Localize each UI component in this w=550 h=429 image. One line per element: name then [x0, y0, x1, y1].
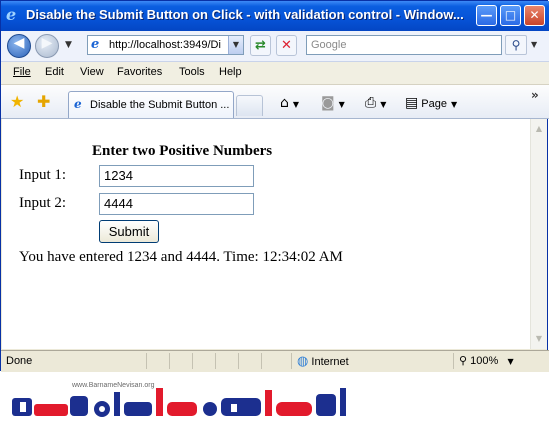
status-divider: [453, 353, 454, 369]
status-divider: [215, 353, 216, 369]
tab-favicon-icon: e: [74, 97, 82, 111]
menu-help-label: Help: [219, 66, 242, 78]
recent-pages-dropdown-icon[interactable]: ▼: [65, 40, 72, 50]
window-title: Disable the Submit Button on Click - wit…: [26, 7, 464, 22]
favorites-star-icon[interactable]: ★: [10, 92, 24, 111]
menu-view[interactable]: View: [80, 66, 104, 78]
input2-label: Input 2:: [19, 195, 67, 211]
status-divider: [146, 353, 147, 369]
arrow-left-icon: ◀: [13, 35, 25, 51]
zoom-control[interactable]: ⚲ 100% ▼: [459, 354, 514, 367]
security-zone[interactable]: ◍ Internet: [297, 354, 349, 369]
feeds-button[interactable]: ◙ ▼: [321, 95, 345, 111]
stop-icon: ✕: [281, 38, 292, 53]
form-heading: Enter two Positive Numbers: [92, 143, 273, 159]
zoom-level: 100%: [470, 355, 499, 367]
browser-window: e Disable the Submit Button on Click - w…: [0, 0, 549, 372]
scroll-up-icon[interactable]: ▲: [532, 121, 546, 137]
toolbar-overflow-button[interactable]: »: [531, 88, 539, 102]
page-menu-label: Page: [421, 98, 447, 110]
status-divider: [291, 353, 292, 369]
page-dropdown-icon: ▼: [451, 100, 458, 109]
menu-view-label: View: [80, 66, 104, 78]
globe-icon: ◍: [297, 354, 309, 369]
page-menu-button[interactable]: ▤ Page ▼: [405, 95, 457, 111]
input2-field[interactable]: 4444: [99, 193, 254, 215]
minimize-button[interactable]: —: [476, 5, 497, 26]
status-divider: [192, 353, 193, 369]
search-button[interactable]: ⚲: [505, 35, 527, 55]
scroll-down-icon[interactable]: ▼: [532, 331, 546, 347]
search-input[interactable]: Google: [306, 35, 502, 55]
print-button[interactable]: ⎙ ▼: [365, 95, 386, 111]
address-input[interactable]: http://localhost:3949/Di:: [109, 39, 221, 51]
zoom-magnifier-icon: ⚲: [459, 355, 468, 367]
add-favorites-icon[interactable]: ✚: [37, 92, 50, 111]
vertical-scrollbar[interactable]: ▲ ▼: [530, 119, 547, 349]
menu-bar: File Edit View Favorites Tools Help: [1, 62, 549, 85]
menu-tools-label: Tools: [179, 66, 205, 78]
menu-favorites-label: Favorites: [117, 66, 163, 78]
feeds-dropdown-icon: ▼: [338, 100, 345, 109]
search-options-dropdown-icon[interactable]: ▼: [531, 40, 537, 49]
status-divider: [261, 353, 262, 369]
printer-icon: ⎙: [365, 95, 377, 111]
input1-label: Input 1:: [19, 167, 67, 183]
menu-file[interactable]: File: [13, 66, 31, 78]
print-dropdown-icon: ▼: [380, 100, 387, 109]
close-button[interactable]: ✕: [524, 5, 545, 26]
status-text: Done: [6, 355, 33, 367]
menu-help[interactable]: Help: [219, 66, 242, 78]
zoom-dropdown-icon: ▼: [507, 357, 514, 366]
refresh-icon: ⇄: [255, 38, 266, 53]
status-divider: [238, 353, 239, 369]
home-icon: ⌂: [280, 95, 289, 111]
zone-label: Internet: [311, 356, 349, 368]
page-icon: ▤: [405, 95, 419, 111]
new-tab-button[interactable]: [236, 95, 263, 116]
home-button[interactable]: ⌂ ▼: [280, 95, 299, 111]
status-divider: [169, 353, 170, 369]
menu-edit-label: Edit: [45, 66, 64, 78]
tab-active[interactable]: e Disable the Submit Button ...: [68, 91, 234, 118]
arrow-right-icon: ▶: [41, 35, 53, 51]
result-message: You have entered 1234 and 4444. Time: 12…: [19, 249, 343, 265]
page-content: Enter two Positive Numbers Input 1: 1234…: [2, 119, 530, 349]
tab-label: Disable the Submit Button ...: [90, 99, 230, 111]
title-bar[interactable]: e Disable the Submit Button on Click - w…: [1, 1, 549, 31]
maximize-button[interactable]: □: [500, 5, 521, 26]
logo-site-url: www.BarnameNevisan.org: [72, 382, 155, 389]
search-icon: ⚲: [511, 38, 521, 52]
menu-tools[interactable]: Tools: [179, 66, 205, 78]
address-bar[interactable]: e http://localhost:3949/Di: ▼: [87, 35, 244, 55]
menu-file-label: File: [13, 66, 31, 78]
tab-row: ★ ✚ e Disable the Submit Button ... ⌂ ▼ ◙…: [1, 85, 549, 119]
search-placeholder: Google: [311, 39, 347, 51]
page-favicon-icon: e: [91, 37, 100, 52]
menu-edit[interactable]: Edit: [45, 66, 64, 78]
address-dropdown-icon[interactable]: ▼: [228, 36, 243, 54]
back-button[interactable]: ◀: [7, 34, 31, 58]
navigation-bar: ◀ ▶ ▼ e http://localhost:3949/Di: ▼ ⇄ ✕ …: [1, 31, 549, 62]
submit-button[interactable]: Submit: [99, 220, 159, 243]
barnamenevisan-logo: www.BarnameNevisan.org: [10, 376, 370, 424]
menu-favorites[interactable]: Favorites: [117, 66, 162, 78]
rss-feed-icon: ◙: [321, 95, 335, 111]
forward-button[interactable]: ▶: [35, 34, 59, 58]
refresh-button[interactable]: ⇄: [250, 35, 271, 56]
logo-artwork: [12, 388, 346, 417]
home-dropdown-icon: ▼: [292, 100, 300, 109]
stop-button[interactable]: ✕: [276, 35, 297, 56]
input1-field[interactable]: 1234: [99, 165, 254, 187]
status-bar: Done ◍ Internet ⚲ 100% ▼: [1, 350, 549, 372]
ie-logo-icon: e: [6, 5, 17, 24]
